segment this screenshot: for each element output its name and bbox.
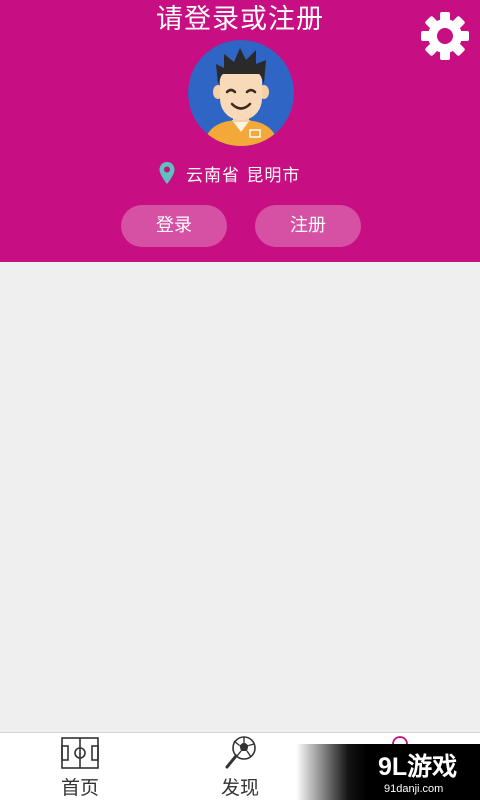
gear-icon <box>421 12 469 60</box>
watermark-brand: 9L游戏 <box>378 753 457 781</box>
tab-home[interactable]: 首页 <box>0 733 160 800</box>
settings-button[interactable] <box>418 9 472 63</box>
tab-home-label: 首页 <box>60 777 99 799</box>
location-row: 云南省 昆明市 <box>158 160 300 186</box>
page-title: 请登录或注册 <box>156 4 324 35</box>
profile-header: 请登录或注册 云南省 昆明市 登录 注册 <box>0 0 480 262</box>
avatar[interactable] <box>188 40 294 146</box>
cartoon-user-avatar-icon <box>188 40 294 146</box>
watermark-site: 91danji.com <box>384 783 443 795</box>
soccer-ball-search-icon <box>225 736 256 769</box>
profile-screen: 请登录或注册 云南省 昆明市 登录 注册 首页 发现 9L游戏 91danji.… <box>0 0 480 800</box>
site-watermark: 9L游戏 91danji.com <box>296 744 480 800</box>
soccer-field-icon <box>61 737 99 769</box>
login-button[interactable]: 登录 <box>121 205 227 247</box>
content-area <box>0 262 480 732</box>
map-pin-icon <box>159 162 175 184</box>
register-button[interactable]: 注册 <box>255 205 361 247</box>
location-text: 云南省 昆明市 <box>186 165 301 186</box>
